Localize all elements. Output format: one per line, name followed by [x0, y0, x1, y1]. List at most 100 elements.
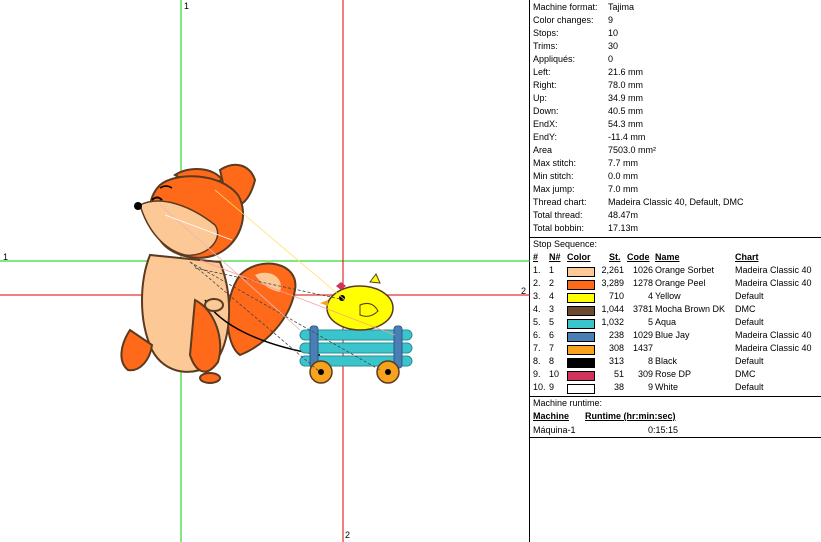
stop-chart: DMC — [735, 369, 756, 379]
col-code: Code — [627, 252, 650, 262]
property-key: Max jump: — [533, 184, 575, 194]
property-value: 7.0 mm — [608, 184, 639, 194]
stop-stitches: 238 — [608, 330, 624, 340]
divider — [530, 437, 821, 438]
property-key: Trims: — [533, 41, 558, 51]
stop-num: 2. — [533, 278, 541, 288]
stop-chart: Madeira Classic 40 — [735, 265, 812, 275]
property-value: 48.47m — [608, 210, 639, 220]
property-key: Area — [533, 145, 553, 155]
stop-chart: Default — [735, 382, 764, 392]
color-swatch — [567, 384, 595, 394]
color-swatch — [567, 293, 595, 303]
stop-code: 309 — [637, 369, 653, 379]
property-key: Appliqués: — [533, 54, 576, 64]
stop-name: Rose DP — [655, 369, 692, 379]
stop-code: 1029 — [632, 330, 653, 340]
property-key: Up: — [533, 93, 548, 103]
stop-code: 8 — [647, 356, 653, 366]
stop-num: 1. — [533, 265, 541, 275]
stop-chart: Madeira Classic 40 — [735, 343, 812, 353]
stop-name: Mocha Brown DK — [655, 304, 726, 314]
property-value: 54.3 mm — [608, 119, 644, 129]
property-key: Right: — [533, 80, 557, 90]
color-swatch — [567, 358, 595, 368]
property-key: Machine format: — [533, 2, 598, 12]
stop-num: 6. — [533, 330, 541, 340]
stop-num: 5. — [533, 317, 541, 327]
stop-code: 4 — [647, 291, 653, 301]
stop-stitches: 313 — [608, 356, 624, 366]
col-color: Color — [567, 252, 591, 262]
color-swatch — [567, 319, 595, 329]
stop-code: 9 — [647, 382, 653, 392]
col-n: N# — [549, 252, 561, 262]
property-key: Min stitch: — [533, 171, 574, 181]
stop-stitches: 51 — [613, 369, 624, 379]
property-key: Left: — [533, 67, 551, 77]
stop-name: Black — [655, 356, 678, 366]
stop-code: 5 — [647, 317, 653, 327]
color-swatch — [567, 280, 595, 290]
stop-stitches: 38 — [613, 382, 624, 392]
stop-stitches: 1,044 — [601, 304, 624, 314]
property-value: 10 — [608, 28, 619, 38]
property-key: EndY: — [533, 132, 558, 142]
stop-num: 8. — [533, 356, 541, 366]
property-key: Max stitch: — [533, 158, 577, 168]
property-value: 17.13m — [608, 223, 639, 233]
property-value: 78.0 mm — [608, 80, 644, 90]
stop-sequence-title: Stop Sequence: — [533, 239, 598, 249]
runtime-title: Machine runtime: — [533, 398, 603, 408]
property-value: 40.5 mm — [608, 106, 644, 116]
stop-code: 1437 — [632, 343, 653, 353]
col-chart: Chart — [735, 252, 759, 262]
property-value: 7.7 mm — [608, 158, 639, 168]
cart — [299, 325, 413, 384]
stop-name: Orange Peel — [655, 278, 706, 288]
axis-label-left: 1 — [3, 252, 9, 262]
property-value: 0.0 mm — [608, 171, 639, 181]
stop-needle: 6 — [549, 330, 555, 340]
stop-name: Blue Jay — [655, 330, 690, 340]
property-key: Thread chart: — [533, 197, 587, 207]
axis-label-bottom: 2 — [345, 530, 351, 540]
stop-name: Aqua — [655, 317, 677, 327]
col-name: Name — [655, 252, 680, 262]
stop-needle: 8 — [549, 356, 555, 366]
stop-needle: 5 — [549, 317, 555, 327]
stop-needle: 9 — [549, 382, 555, 392]
property-key: Down: — [533, 106, 559, 116]
property-value: Tajima — [608, 2, 635, 12]
stop-chart: Madeira Classic 40 — [735, 278, 812, 288]
chick — [320, 273, 394, 331]
property-value: 9 — [608, 15, 614, 25]
stop-needle: 1 — [549, 265, 555, 275]
stop-chart: Default — [735, 291, 764, 301]
color-swatch — [567, 345, 595, 355]
design-preview — [0, 0, 530, 542]
runtime-machine: Máquina-1 — [533, 425, 576, 435]
stop-needle: 2 — [549, 278, 555, 288]
color-swatch — [567, 371, 595, 381]
stop-chart: Madeira Classic 40 — [735, 330, 812, 340]
stop-needle: 7 — [549, 343, 555, 353]
design-canvas[interactable]: 1 1 2 2 — [0, 0, 530, 542]
stop-name: Orange Sorbet — [655, 265, 715, 275]
axis-label-top: 1 — [184, 1, 190, 11]
runtime-value: 0:15:15 — [648, 425, 679, 435]
stop-num: 7. — [533, 343, 541, 353]
stop-code: 1026 — [632, 265, 653, 275]
stop-stitches: 2,261 — [601, 265, 624, 275]
stop-needle: 4 — [549, 291, 555, 301]
stop-num: 4. — [533, 304, 541, 314]
stop-code: 1278 — [632, 278, 653, 288]
stop-needle: 10 — [549, 369, 560, 379]
color-swatch — [567, 267, 595, 277]
property-value: -11.4 mm — [608, 132, 646, 142]
stop-chart: Default — [735, 317, 764, 327]
axis-label-right: 2 — [521, 286, 527, 296]
property-value: 30 — [608, 41, 619, 51]
property-value: 0 — [608, 54, 614, 64]
property-key: Total bobbin: — [533, 223, 585, 233]
